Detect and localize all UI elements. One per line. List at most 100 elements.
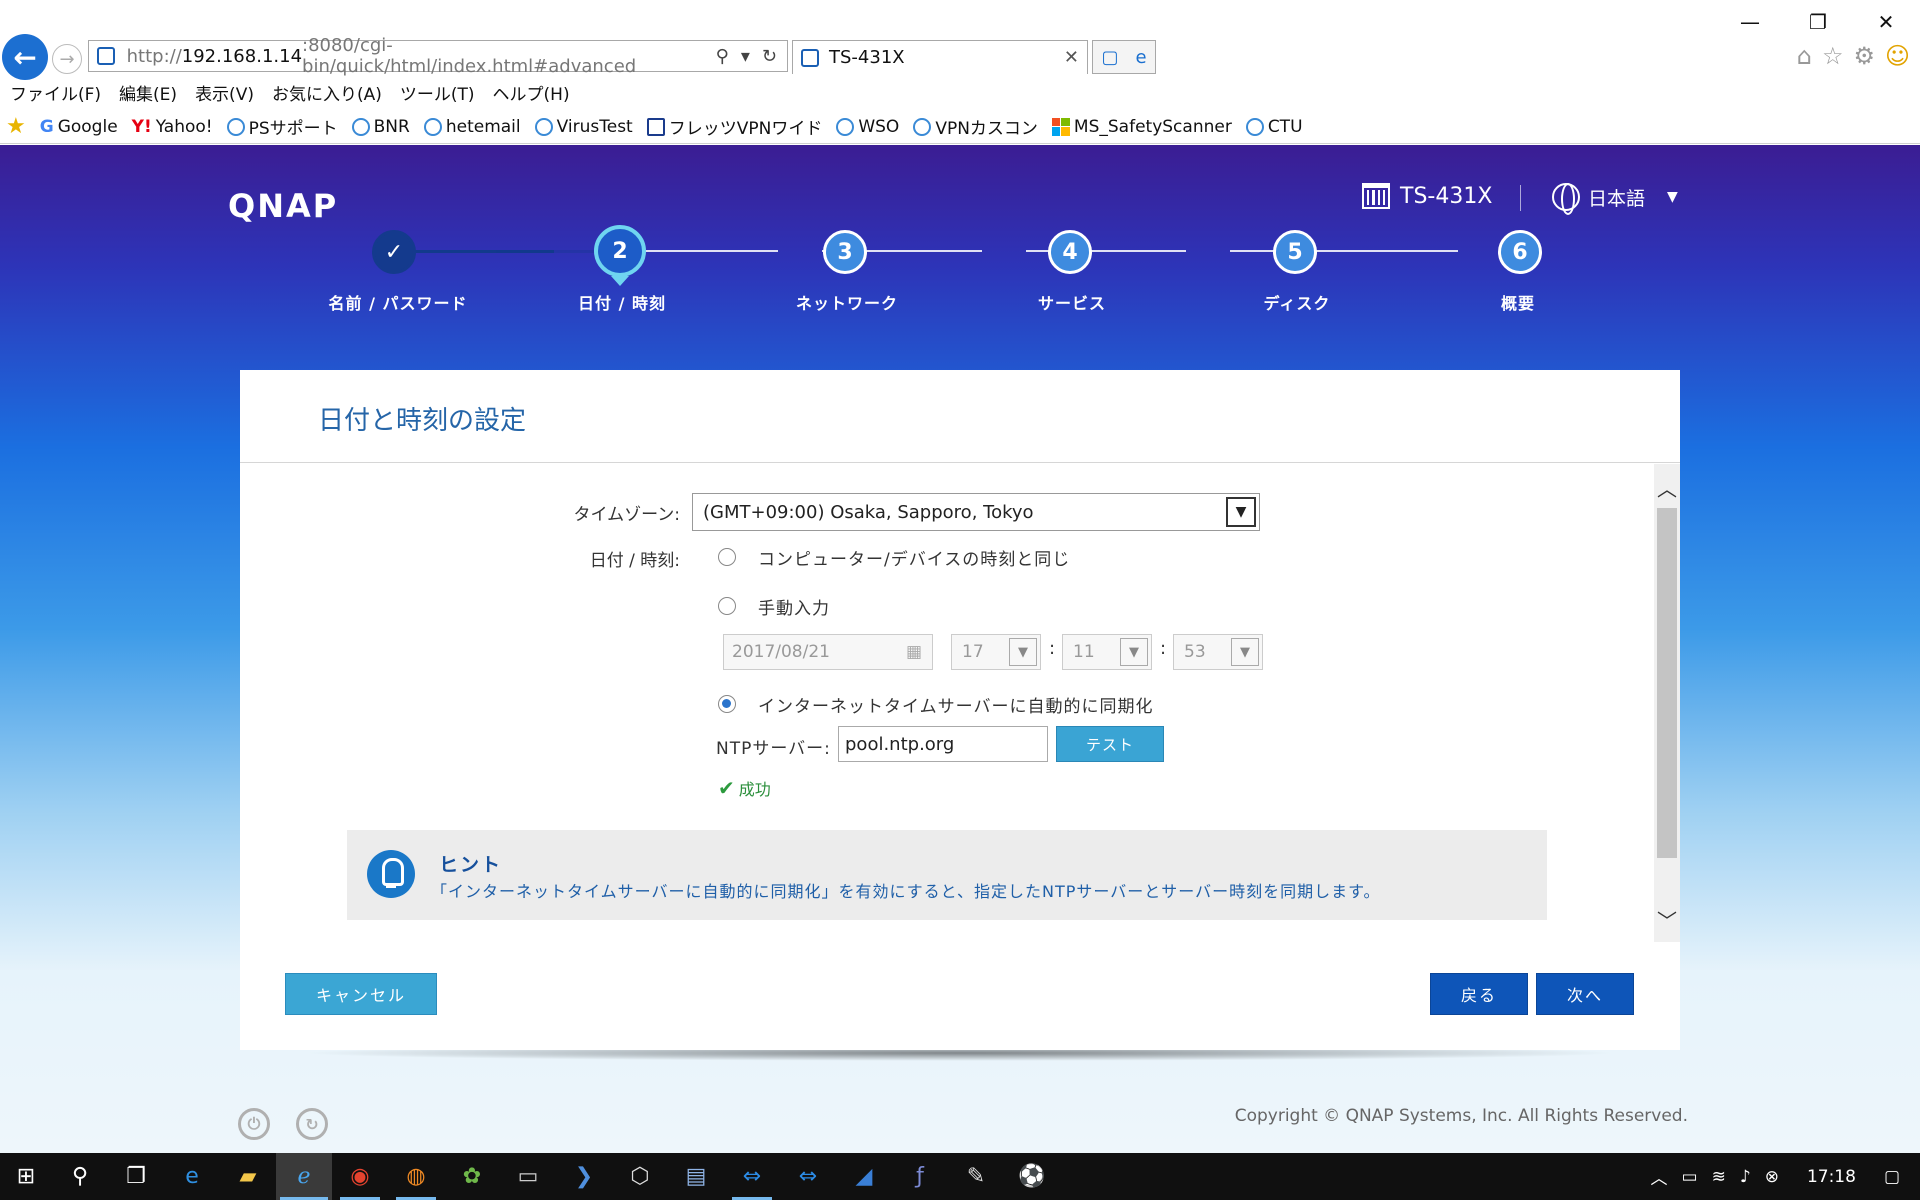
step-4-indicator: 4 bbox=[1048, 230, 1092, 274]
scroll-thumb[interactable] bbox=[1657, 508, 1677, 858]
fav-bnr[interactable]: BNR bbox=[351, 117, 410, 137]
fav-google[interactable]: G Google bbox=[40, 117, 118, 137]
command-prompt-icon[interactable]: ▭ bbox=[500, 1153, 556, 1200]
radio-ntp-sync[interactable] bbox=[718, 695, 736, 713]
radio-same-as-device-label[interactable]: コンピューター/デバイスの時刻と同じ bbox=[758, 545, 1070, 570]
battery-icon[interactable]: ▭ bbox=[1682, 1167, 1698, 1187]
tray-chevron-up-icon[interactable]: ︿ bbox=[1651, 1164, 1668, 1189]
network-app-icon[interactable]: ▤ bbox=[668, 1153, 724, 1200]
system-tray: ︿ ▭ ≋ ♪ ⊗ 17:18 ▢ bbox=[1651, 1164, 1920, 1190]
chevron-down-icon: ▼ bbox=[1009, 638, 1037, 666]
close-window-button[interactable]: ✕ bbox=[1852, 0, 1920, 44]
next-button[interactable]: 次へ bbox=[1536, 973, 1634, 1015]
forward-arrow-icon[interactable]: → bbox=[52, 44, 82, 74]
chrome-icon[interactable]: ◉ bbox=[332, 1153, 388, 1200]
paint-app-icon[interactable]: ✎ bbox=[948, 1153, 1004, 1200]
task-view-icon[interactable]: ❐ bbox=[108, 1153, 164, 1200]
globe-icon bbox=[1552, 183, 1580, 215]
calendar-icon[interactable]: ▦ bbox=[906, 642, 922, 662]
scroll-up-chevron-icon[interactable]: ︿ bbox=[1654, 474, 1680, 501]
radio-manual-label[interactable]: 手動入力 bbox=[758, 594, 830, 619]
wave-app-icon[interactable]: ◢ bbox=[836, 1153, 892, 1200]
datetime-label: 日付 / 時刻: bbox=[589, 551, 680, 571]
hint-text: 「インターネットタイムサーバーに自動的に同期化」を有効にすると、指定したNTPサ… bbox=[431, 882, 1381, 901]
menu-tools[interactable]: ツール(T) bbox=[400, 80, 475, 105]
cancel-button[interactable]: キャンセル bbox=[285, 973, 437, 1015]
power-icon[interactable]: ⏻ bbox=[238, 1108, 270, 1140]
timezone-select[interactable]: (GMT+09:00) Osaka, Sapporo, Tokyo ▼ bbox=[692, 493, 1260, 531]
soccer-ball-icon[interactable]: ⚽ bbox=[1004, 1153, 1060, 1200]
radio-ntp-sync-label[interactable]: インターネットタイムサーバーに自動的に同期化 bbox=[758, 692, 1154, 717]
search-icon[interactable]: ⚲ bbox=[52, 1153, 108, 1200]
menu-view[interactable]: 表示(V) bbox=[195, 80, 254, 105]
wifi-icon[interactable]: ≋ bbox=[1712, 1167, 1726, 1187]
favorites-star-add-icon[interactable]: ★ bbox=[6, 114, 26, 139]
menu-file[interactable]: ファイル(F) bbox=[10, 80, 101, 105]
flets-icon bbox=[646, 117, 665, 136]
success-text: 成功 bbox=[738, 780, 771, 799]
font-app-icon[interactable]: ƒ bbox=[892, 1153, 948, 1200]
back-arrow-icon[interactable]: ← bbox=[2, 34, 48, 80]
new-tab-icon[interactable]: ▢ bbox=[1101, 47, 1118, 68]
internet-explorer-icon[interactable]: ℯ bbox=[276, 1153, 332, 1200]
manual-date-input[interactable]: 2017/08/21 ▦ bbox=[723, 634, 933, 670]
timezone-value: (GMT+09:00) Osaka, Sapporo, Tokyo bbox=[703, 501, 1034, 523]
fav-ms-safety-scanner[interactable]: MS_SafetyScanner bbox=[1051, 117, 1232, 137]
security-app-icon[interactable]: ✿ bbox=[444, 1153, 500, 1200]
manual-minute-select[interactable]: 11 ▼ bbox=[1062, 634, 1152, 670]
checkmark-icon: ✔ bbox=[718, 776, 735, 800]
panel-scrollbar[interactable]: ︿ ﹀ bbox=[1654, 464, 1680, 942]
menu-help[interactable]: ヘルプ(H) bbox=[493, 80, 570, 105]
favorites-star-icon[interactable]: ☆ bbox=[1822, 42, 1844, 70]
radio-same-as-device[interactable] bbox=[718, 548, 736, 566]
fav-yahoo[interactable]: Y! Yahoo! bbox=[132, 117, 213, 137]
file-explorer-icon[interactable]: ▰ bbox=[220, 1153, 276, 1200]
fav-ctu[interactable]: CTU bbox=[1245, 117, 1303, 137]
tab-close-icon[interactable]: ✕ bbox=[1064, 47, 1087, 68]
radio-manual[interactable] bbox=[718, 597, 736, 615]
fav-hetemail[interactable]: hetemail bbox=[423, 117, 521, 137]
menu-edit[interactable]: 編集(E) bbox=[119, 80, 177, 105]
browser-tab[interactable]: TS-431X ✕ bbox=[792, 40, 1088, 74]
favorites-bar: ★ G Google Y! Yahoo! PSサポート BNR hetemail V… bbox=[6, 114, 1303, 139]
lightbulb-icon bbox=[367, 850, 415, 898]
fav-flets-vpn[interactable]: フレッツVPNワイド bbox=[646, 114, 822, 139]
volume-icon[interactable]: ♪ bbox=[1740, 1167, 1751, 1187]
package-icon[interactable]: ⬡ bbox=[612, 1153, 668, 1200]
device-model: TS-431X bbox=[1362, 183, 1492, 209]
network-disconnected-icon[interactable]: ⊗ bbox=[1765, 1167, 1779, 1187]
firefox-icon[interactable]: ◍ bbox=[388, 1153, 444, 1200]
notification-center-icon[interactable]: ▢ bbox=[1884, 1167, 1900, 1187]
windows-start-icon[interactable]: ⊞ bbox=[0, 1153, 52, 1200]
restore-button[interactable]: ❐ bbox=[1784, 0, 1852, 44]
powershell-icon[interactable]: ❯ bbox=[556, 1153, 612, 1200]
manual-second-select[interactable]: 53 ▼ bbox=[1173, 634, 1263, 670]
step-connector bbox=[624, 250, 778, 252]
refresh-icon[interactable]: ↻ bbox=[762, 46, 777, 67]
edge-icon[interactable]: e bbox=[1135, 47, 1146, 68]
feedback-smiley-icon[interactable]: ☺ bbox=[1885, 42, 1910, 70]
restart-icon[interactable]: ↻ bbox=[296, 1108, 328, 1140]
manual-hour-select[interactable]: 17 ▼ bbox=[951, 634, 1041, 670]
fav-ps-support[interactable]: PSサポート bbox=[226, 114, 338, 139]
dropdown-icon[interactable]: ▾ bbox=[741, 46, 750, 67]
back-button[interactable]: 戻る bbox=[1430, 973, 1528, 1015]
new-tab-area[interactable]: ▢ e bbox=[1092, 40, 1156, 74]
fav-wso[interactable]: WSO bbox=[836, 117, 899, 137]
fav-vpn-kaskon[interactable]: VPNカスコン bbox=[913, 114, 1038, 139]
minimize-button[interactable]: — bbox=[1716, 0, 1784, 44]
test-button[interactable]: テスト bbox=[1056, 726, 1164, 762]
remote-app-icon[interactable]: ⇔ bbox=[780, 1153, 836, 1200]
clock[interactable]: 17:18 bbox=[1793, 1167, 1870, 1187]
settings-gear-icon[interactable]: ⚙ bbox=[1853, 42, 1875, 70]
ntp-server-input[interactable]: pool.ntp.org bbox=[838, 726, 1048, 762]
scroll-down-chevron-icon[interactable]: ﹀ bbox=[1654, 906, 1680, 933]
edge-icon[interactable]: e bbox=[164, 1153, 220, 1200]
home-icon[interactable]: ⌂ bbox=[1797, 42, 1812, 70]
search-icon[interactable]: ⚲ bbox=[716, 46, 729, 67]
address-bar[interactable]: http://192.168.1.14:8080/cgi-bin/quick/h… bbox=[88, 35, 788, 77]
menu-favorites[interactable]: お気に入り(A) bbox=[272, 80, 382, 105]
teamviewer-icon[interactable]: ⇔ bbox=[724, 1153, 780, 1200]
fav-virustest[interactable]: VirusTest bbox=[534, 117, 633, 137]
language-selector[interactable]: 日本語 ▼ bbox=[1552, 183, 1678, 215]
